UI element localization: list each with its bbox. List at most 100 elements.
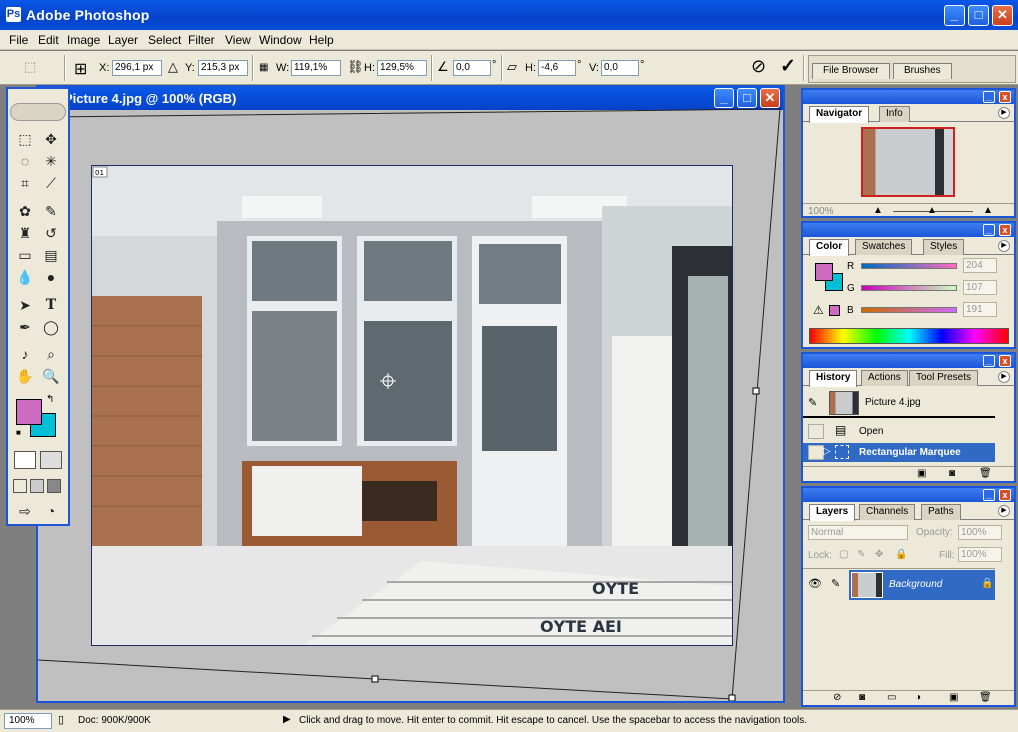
panel-minimize-button[interactable]: _ <box>983 489 995 501</box>
history-item-open[interactable]: ▤ Open <box>803 422 995 441</box>
g-slider[interactable] <box>861 285 957 291</box>
maximize-button[interactable]: □ <box>968 5 989 26</box>
menu-file[interactable]: File <box>9 33 28 47</box>
new-layer-set-icon[interactable]: ▭ <box>887 692 896 703</box>
opacity-field[interactable]: 100% <box>958 525 1002 540</box>
swap-colors-icon[interactable]: ↰ <box>46 394 54 405</box>
pen-tool-icon[interactable]: ✒ <box>14 317 36 338</box>
tab-navigator[interactable]: Navigator <box>809 106 870 123</box>
minimize-button[interactable]: _ <box>944 5 965 26</box>
r-slider[interactable] <box>861 263 957 269</box>
tab-info[interactable]: Info <box>879 106 910 122</box>
screen-mode-full-menu-icon[interactable] <box>30 479 44 493</box>
status-menu-arrow-icon[interactable]: ▶ <box>283 714 291 725</box>
photoshop-eye-icon[interactable] <box>10 103 66 121</box>
path-selection-tool-icon[interactable]: ➤ <box>14 295 36 316</box>
height-field[interactable]: 129,5% <box>377 60 427 76</box>
trash-icon[interactable]: 🗑 <box>979 468 992 479</box>
notes-tool-icon[interactable]: ♪ <box>14 344 36 365</box>
tab-layers[interactable]: Layers <box>809 504 856 521</box>
crop-tool-icon[interactable]: ⌗ <box>14 173 36 194</box>
x-field[interactable]: 296,1 px <box>112 60 162 76</box>
history-state-slider-icon[interactable]: ▷ <box>823 446 831 457</box>
marquee-tool-icon[interactable]: ⬚ <box>14 129 36 150</box>
gradient-tool-icon[interactable]: ▤ <box>40 245 62 266</box>
rotate-field[interactable]: 0,0 <box>453 60 491 76</box>
lock-image-icon[interactable]: ✎ <box>857 549 865 560</box>
eyedropper-tool-icon[interactable]: ⌕ <box>40 344 62 365</box>
panel-close-button[interactable]: x <box>999 91 1011 103</box>
panel-minimize-button[interactable]: _ <box>983 224 995 236</box>
shape-tool-icon[interactable]: ◯ <box>40 317 62 338</box>
type-tool-icon[interactable]: T <box>40 295 62 316</box>
layer-name[interactable]: Background <box>889 579 942 590</box>
foreground-color-swatch-top[interactable] <box>16 399 42 425</box>
zoom-out-icon[interactable]: ▲ <box>873 205 883 216</box>
navigator-thumbnail[interactable] <box>861 127 955 197</box>
standard-mode-button[interactable] <box>14 451 36 469</box>
b-slider[interactable] <box>861 307 957 313</box>
fill-field[interactable]: 100% <box>958 547 1002 562</box>
move-tool-icon[interactable]: ✥ <box>40 129 62 150</box>
new-snapshot-icon[interactable]: ◙ <box>949 468 955 479</box>
color-foreground-swatch[interactable] <box>815 263 833 281</box>
healing-brush-tool-icon[interactable]: ✿ <box>14 201 36 222</box>
panel-minimize-button[interactable]: _ <box>983 91 995 103</box>
menu-image[interactable]: Image <box>67 33 100 47</box>
history-brush-source-icon[interactable]: ✎ <box>808 396 817 409</box>
tab-paths[interactable]: Paths <box>921 504 961 520</box>
cancel-transform-button[interactable]: ⊘ <box>751 56 766 77</box>
zoom-slider-thumb[interactable]: ▲ <box>927 205 937 216</box>
width-field[interactable]: 119,1% <box>291 60 341 76</box>
panel-menu-icon[interactable]: ▶ <box>998 240 1010 252</box>
menu-edit[interactable]: Edit <box>38 33 59 47</box>
visibility-eye-icon[interactable]: 👁 <box>808 577 822 590</box>
dodge-tool-icon[interactable]: ● <box>40 267 62 288</box>
panel-close-button[interactable]: x <box>999 355 1011 367</box>
brush-tool-icon[interactable]: ✎ <box>40 201 62 222</box>
gamut-color-swatch[interactable] <box>829 305 840 316</box>
blur-tool-icon[interactable]: 💧 <box>14 267 36 288</box>
lock-transparent-icon[interactable]: ▢ <box>839 549 848 560</box>
tab-styles[interactable]: Styles <box>923 239 965 255</box>
b-value-field[interactable]: 191 <box>963 302 997 317</box>
close-button[interactable]: ✕ <box>992 5 1013 26</box>
file-browser-tab[interactable]: File Browser <box>812 63 890 79</box>
link-icon[interactable]: ⛓ <box>347 59 364 75</box>
layer-brush-icon[interactable]: ✎ <box>831 577 840 590</box>
tab-color[interactable]: Color <box>809 239 850 256</box>
image-canvas[interactable]: ΟΥΤΕ ΟΥΤΕ ΑΕΙ 01 <box>91 165 733 646</box>
doc-size-info[interactable]: Doc: 900K/900K <box>78 715 151 726</box>
zoom-tool-icon[interactable]: 🔍 <box>40 366 62 387</box>
status-zoom-field[interactable]: 100% <box>4 713 52 729</box>
new-adjustment-layer-icon[interactable]: ◑ <box>915 692 921 703</box>
clone-stamp-tool-icon[interactable]: ♜ <box>14 223 36 244</box>
lasso-tool-icon[interactable]: ◌ <box>14 151 36 172</box>
add-mask-icon[interactable]: ◙ <box>859 692 865 703</box>
menu-layer[interactable]: Layer <box>108 33 138 47</box>
default-colors-icon[interactable]: ■ <box>16 428 21 437</box>
color-spectrum-ramp[interactable] <box>809 328 1009 344</box>
brushes-tab[interactable]: Brushes <box>893 63 952 79</box>
screen-mode-full-icon[interactable] <box>47 479 61 493</box>
panel-minimize-button[interactable]: _ <box>983 355 995 367</box>
y-field[interactable]: 215,3 px <box>198 60 248 76</box>
menu-filter[interactable]: Filter <box>188 33 215 47</box>
r-value-field[interactable]: 204 <box>963 258 997 273</box>
tab-swatches[interactable]: Swatches <box>855 239 913 255</box>
panel-close-button[interactable]: x <box>999 224 1011 236</box>
hand-tool-icon[interactable]: ✋ <box>14 366 36 387</box>
blend-mode-select[interactable]: Normal <box>808 525 908 540</box>
navigator-zoom-value[interactable]: 100% <box>808 206 834 217</box>
lock-all-icon[interactable]: 🔒 <box>895 549 907 560</box>
history-snapshot-row[interactable]: ✎ Picture 4.jpg <box>803 388 995 418</box>
out-of-gamut-warning-icon[interactable]: ⚠ <box>813 303 824 317</box>
panel-menu-icon[interactable]: ▶ <box>998 107 1010 119</box>
magic-wand-tool-icon[interactable]: ✳ <box>40 151 62 172</box>
lock-position-icon[interactable]: ✥ <box>875 549 883 560</box>
history-item-rectangular-marquee[interactable]: ▷ Rectangular Marquee <box>803 443 995 462</box>
history-brush-tool-icon[interactable]: ↺ <box>40 223 62 244</box>
eraser-tool-icon[interactable]: ▭ <box>14 245 36 266</box>
menu-window[interactable]: Window <box>259 33 302 47</box>
zoom-in-icon[interactable]: ▲ <box>983 205 993 216</box>
